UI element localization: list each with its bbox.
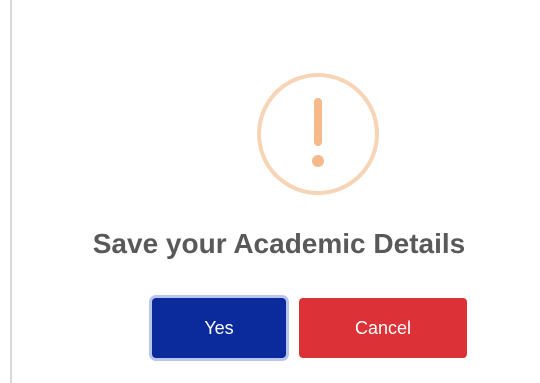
dialog-title: Save your Academic Details bbox=[92, 228, 466, 259]
cancel-button[interactable]: Cancel bbox=[299, 298, 467, 358]
confirmation-dialog: Save your Academic Details Yes Cancel bbox=[12, 0, 540, 383]
warning-icon bbox=[257, 73, 379, 195]
yes-button[interactable]: Yes bbox=[152, 298, 286, 358]
page: Save your Academic Details Yes Cancel bbox=[0, 0, 540, 383]
